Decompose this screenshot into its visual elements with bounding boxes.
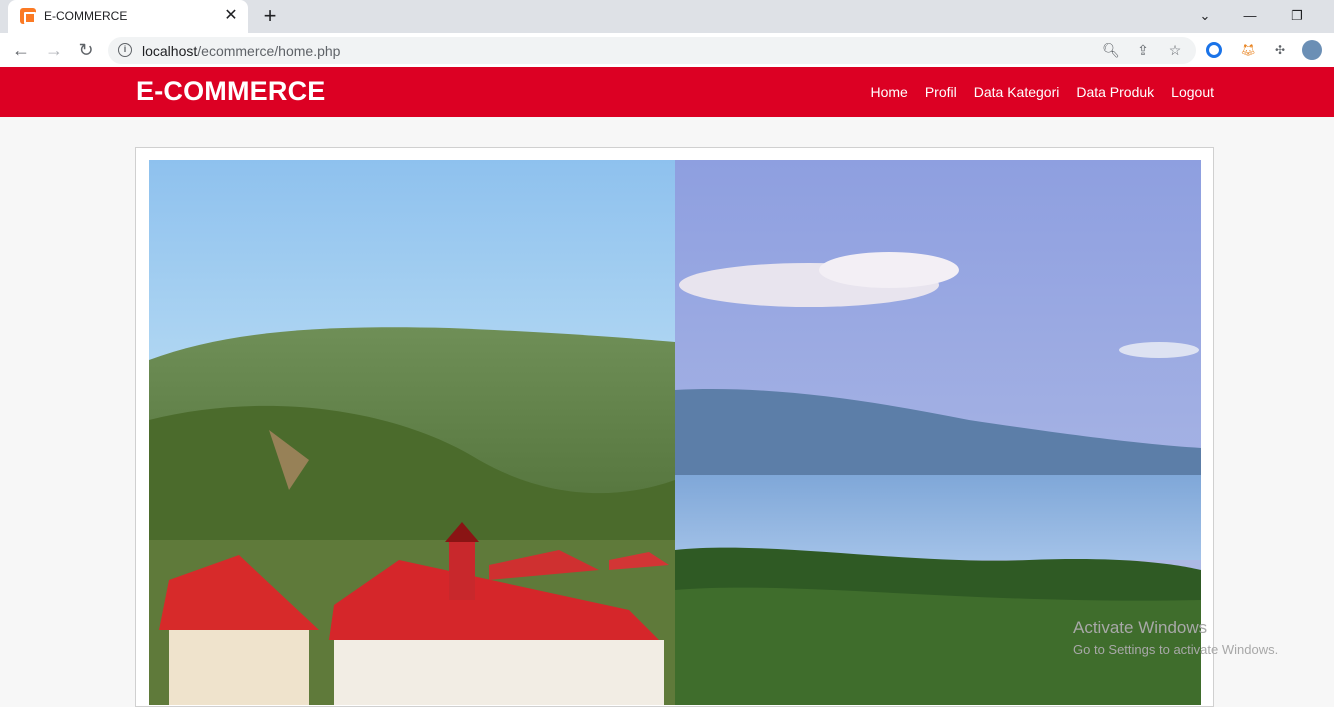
main-nav: Home Profil Data Kategori Data Produk Lo… xyxy=(870,84,1214,100)
bookmark-star-icon[interactable]: ☆ xyxy=(1166,41,1184,59)
tab-search-chevron-icon[interactable]: ⌄ xyxy=(1195,6,1215,26)
url-text[interactable]: localhost/ecommerce/home.php xyxy=(142,43,340,59)
watermark-title: Activate Windows xyxy=(1073,618,1208,637)
share-icon[interactable]: ⇪ xyxy=(1134,41,1152,59)
browser-tab-bar: E-COMMERCE ✕ + ⌄ — ❐ xyxy=(0,0,1334,33)
minimize-icon[interactable]: — xyxy=(1240,6,1260,26)
nav-home[interactable]: Home xyxy=(870,84,907,100)
new-tab-icon[interactable]: + xyxy=(258,4,282,28)
metamask-fox-icon[interactable]: 🦊︎ xyxy=(1238,40,1258,60)
nav-profil[interactable]: Profil xyxy=(925,84,957,100)
extension-blue-circle-icon[interactable] xyxy=(1206,42,1222,58)
activate-windows-watermark: Activate Windows Go to Settings to activ… xyxy=(1073,618,1278,657)
zoom-icon[interactable]: 🔍︎ xyxy=(1102,41,1120,59)
restore-icon[interactable]: ❐ xyxy=(1287,6,1307,26)
content-card xyxy=(135,147,1214,707)
nav-logout[interactable]: Logout xyxy=(1171,84,1214,100)
xampp-favicon-icon xyxy=(20,8,36,24)
nav-data-kategori[interactable]: Data Kategori xyxy=(974,84,1060,100)
left-landscape-photo xyxy=(149,160,675,705)
address-bar[interactable]: i localhost/ecommerce/home.php 🔍︎ ⇪ ☆ xyxy=(108,37,1196,64)
site-header: E-COMMERCE Home Profil Data Kategori Dat… xyxy=(0,67,1334,117)
close-tab-icon[interactable]: ✕ xyxy=(222,7,240,25)
nav-data-produk[interactable]: Data Produk xyxy=(1076,84,1154,100)
browser-toolbar: ← → ↻ i localhost/ecommerce/home.php 🔍︎ … xyxy=(0,33,1334,67)
extensions-puzzle-icon[interactable]: ✣ xyxy=(1270,40,1290,60)
site-info-icon[interactable]: i xyxy=(118,43,132,57)
back-icon[interactable]: ← xyxy=(9,38,33,62)
brand-logo[interactable]: E-COMMERCE xyxy=(136,76,326,107)
watermark-subtitle: Go to Settings to activate Windows. xyxy=(1073,642,1279,657)
reload-icon[interactable]: ↻ xyxy=(74,38,98,62)
browser-tab[interactable]: E-COMMERCE ✕ xyxy=(8,0,248,33)
banner-image xyxy=(149,160,1201,705)
profile-avatar-icon[interactable] xyxy=(1302,40,1322,60)
tab-title: E-COMMERCE xyxy=(44,9,128,23)
forward-icon[interactable]: → xyxy=(42,38,66,62)
